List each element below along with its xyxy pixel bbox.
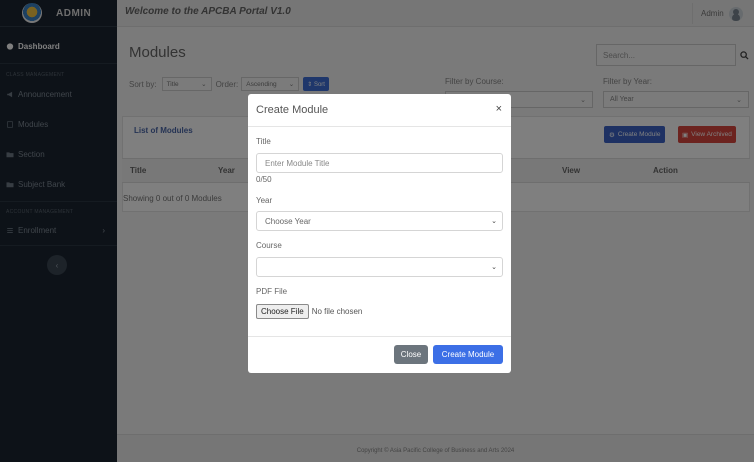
pdf-file-input: Choose File No file chosen <box>256 304 362 319</box>
title-label: Title <box>256 137 271 146</box>
modal-title: Create Module <box>256 104 329 116</box>
modal-header: Create Module × <box>248 94 511 127</box>
submit-create-module-button[interactable]: Create Module <box>433 345 503 364</box>
title-input[interactable]: Enter Module Title <box>256 153 503 173</box>
year-label: Year <box>256 196 273 205</box>
pdf-file-label: PDF File <box>256 287 288 296</box>
title-char-counter: 0/50 <box>256 175 272 184</box>
course-select[interactable]: ⌄ <box>256 257 503 277</box>
year-value: Choose Year <box>265 216 311 226</box>
year-select[interactable]: Choose Year ⌄ <box>256 211 503 231</box>
chevron-down-icon: ⌄ <box>491 218 497 225</box>
file-status: No file chosen <box>311 307 363 316</box>
chevron-down-icon: ⌄ <box>491 264 497 271</box>
choose-file-button[interactable]: Choose File <box>256 304 309 319</box>
course-label: Course <box>256 241 282 250</box>
create-module-modal: Create Module × Title Enter Module Title… <box>248 94 511 373</box>
close-button[interactable]: Close <box>394 345 428 364</box>
modal-footer-divider <box>248 336 511 337</box>
close-icon[interactable]: × <box>496 103 502 115</box>
